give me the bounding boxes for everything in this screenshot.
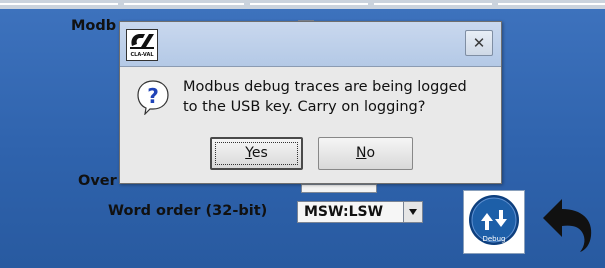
tab-divider [498, 3, 605, 5]
word-order-label: Word order (32-bit) [108, 203, 268, 219]
message-line: Modbus debug traces are being logged [183, 79, 467, 95]
logo-text: CLA-VAL [130, 52, 154, 58]
question-icon: ? [137, 80, 169, 115]
focus-ring [215, 142, 298, 165]
word-order-value: MSW:LSW [304, 204, 384, 220]
tab-divider [124, 3, 244, 5]
close-icon: ✕ [472, 34, 486, 52]
over-label: Over [78, 173, 117, 189]
no-button[interactable]: No [318, 137, 413, 170]
no-mnemonic: N [355, 145, 367, 161]
word-order-select[interactable]: MSW:LSW [297, 201, 423, 223]
back-arrow-icon[interactable] [540, 196, 596, 254]
dialog-message: Modbus debug traces are being logged to … [183, 77, 493, 117]
debug-label: Debug [482, 235, 506, 243]
message-line: to the USB key. Carry on logging? [183, 99, 426, 115]
top-strip [0, 0, 605, 9]
tab-divider [250, 3, 368, 5]
over-field[interactable] [301, 184, 377, 193]
tab-divider [374, 3, 492, 5]
debug-button[interactable]: Debug [463, 190, 525, 254]
modbus-label: Modb [71, 18, 117, 34]
dropdown-arrow[interactable] [403, 202, 422, 222]
yes-button[interactable]: Yes [210, 137, 303, 170]
svg-text:?: ? [147, 84, 159, 108]
tab-divider [0, 3, 118, 5]
close-button[interactable]: ✕ [465, 30, 493, 56]
dialog-titlebar[interactable]: CLA-VAL ✕ [120, 22, 501, 67]
confirm-dialog: CLA-VAL ✕ ? Modbus debug traces are bein… [119, 21, 502, 184]
cla-val-logo: CLA-VAL [126, 29, 158, 61]
no-label: o [366, 145, 376, 161]
logo-icon [127, 30, 157, 52]
chevron-down-icon [409, 209, 417, 215]
